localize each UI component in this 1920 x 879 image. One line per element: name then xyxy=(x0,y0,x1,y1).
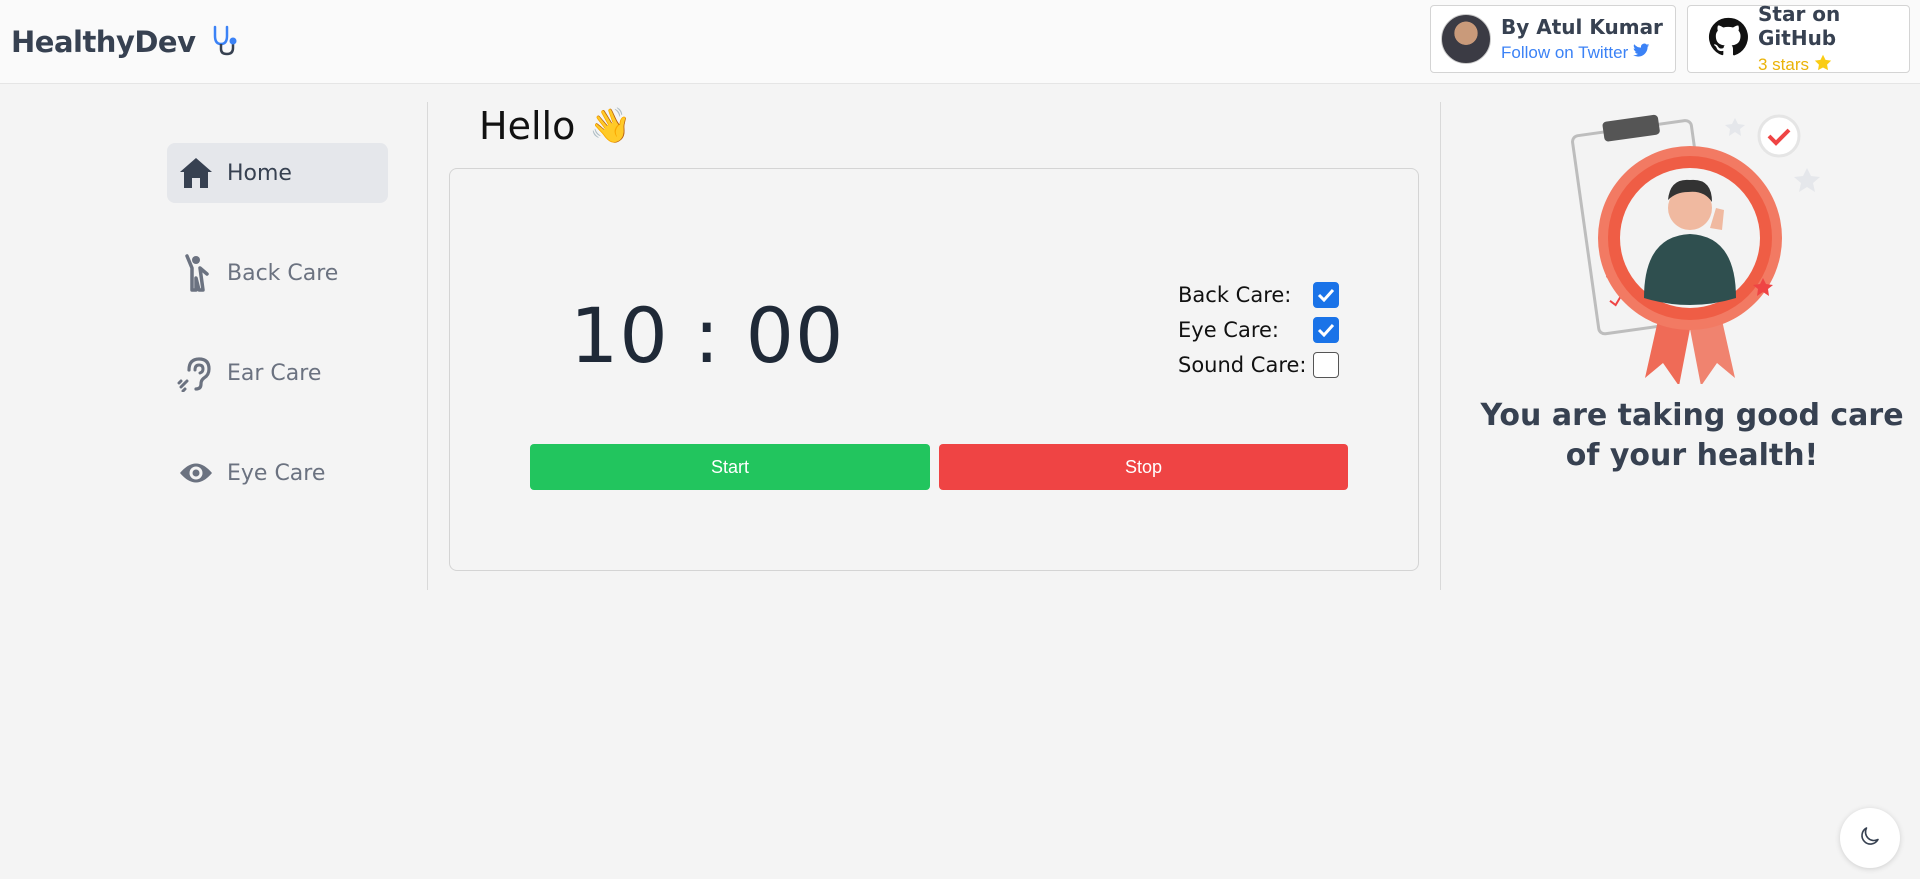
sidebar-item-label: Eye Care xyxy=(227,460,326,486)
brand-name: HealthyDev xyxy=(11,25,196,59)
sidebar-item-back-care[interactable]: Back Care xyxy=(167,243,388,303)
eye-care-checkbox[interactable] xyxy=(1313,316,1339,343)
care-options: Back Care: Eye Care: Sound Care: xyxy=(1178,277,1339,382)
github-stars-label: 3 stars xyxy=(1758,55,1810,74)
author-name: By Atul Kumar xyxy=(1501,15,1663,39)
sound-care-checkbox[interactable] xyxy=(1313,351,1339,378)
brand[interactable]: HealthyDev xyxy=(11,22,240,62)
person-stretch-icon xyxy=(177,254,215,292)
sidebar-item-eye-care[interactable]: Eye Care xyxy=(167,443,388,503)
praise-message: You are taking good care of your health! xyxy=(1480,398,1904,473)
wave-emoji-icon: 👋 xyxy=(589,106,632,146)
github-stars: 3 stars xyxy=(1758,54,1899,76)
option-sound-care: Sound Care: xyxy=(1178,347,1339,382)
twitter-link-label: Follow on Twitter xyxy=(1501,43,1629,62)
greeting-text: Hello xyxy=(479,104,576,148)
twitter-icon xyxy=(1633,43,1650,63)
twitter-link[interactable]: Follow on Twitter xyxy=(1501,43,1663,63)
timer-display: 10 : 00 xyxy=(570,291,845,380)
star-icon xyxy=(1814,54,1832,76)
home-icon xyxy=(177,154,215,192)
option-label: Eye Care: xyxy=(1178,317,1279,342)
author-card[interactable]: By Atul Kumar Follow on Twitter xyxy=(1430,5,1676,73)
sidebar-item-ear-care[interactable]: Ear Care xyxy=(167,343,388,403)
github-title: Star on GitHub xyxy=(1758,2,1841,50)
moon-icon xyxy=(1858,824,1882,853)
top-header: HealthyDev By Atul Kumar Follow on Twitt… xyxy=(0,0,1920,84)
option-eye-care: Eye Care: xyxy=(1178,312,1339,347)
option-back-care: Back Care: xyxy=(1178,277,1339,312)
dark-mode-toggle[interactable] xyxy=(1840,808,1900,868)
greeting: Hello 👋 xyxy=(479,104,632,148)
option-label: Sound Care: xyxy=(1178,352,1307,377)
award-illustration xyxy=(1545,108,1827,386)
sidebar-item-label: Home xyxy=(227,160,292,186)
ear-icon xyxy=(177,354,215,392)
avatar xyxy=(1441,14,1491,64)
back-care-checkbox[interactable] xyxy=(1313,281,1339,308)
sidebar: Home Back Care Ear Care Eye Care xyxy=(0,102,428,590)
stethoscope-icon xyxy=(210,24,240,61)
github-icon xyxy=(1708,17,1748,62)
github-card[interactable]: Star on GitHub 3 stars xyxy=(1687,2,1910,76)
sidebar-item-label: Back Care xyxy=(227,260,339,286)
timer-panel: 10 : 00 Back Care: Eye Care: Sound Care:… xyxy=(449,168,1419,571)
right-panel: You are taking good care of your health! xyxy=(1440,102,1920,590)
sidebar-item-label: Ear Care xyxy=(227,360,322,386)
stop-button[interactable]: Stop xyxy=(939,444,1348,490)
option-label: Back Care: xyxy=(1178,282,1292,307)
eye-icon xyxy=(177,454,215,492)
start-button[interactable]: Start xyxy=(530,444,930,490)
sidebar-item-home[interactable]: Home xyxy=(167,143,388,203)
